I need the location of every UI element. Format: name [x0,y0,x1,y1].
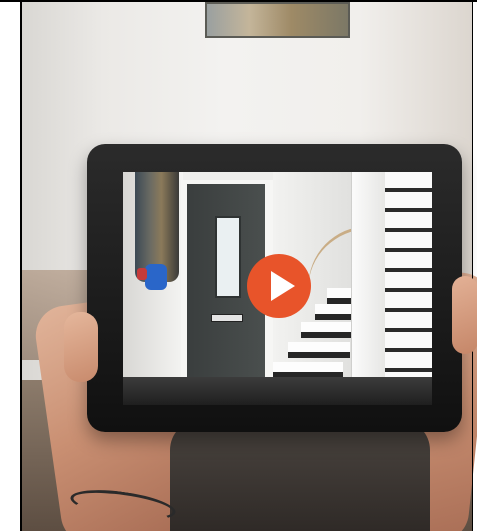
stair-step [301,322,353,338]
upper-stairs [385,172,432,405]
photo-frame [0,0,477,531]
right-thumb [452,276,477,354]
wall-picture [205,2,350,38]
blue-bag [145,264,167,290]
right-border [472,0,473,531]
play-icon [271,271,295,301]
door-window [215,216,241,298]
stair-step [288,342,350,358]
stair-step [273,362,343,378]
shirt [170,420,430,531]
stair-pillar [351,172,386,405]
left-thumb [64,312,98,382]
hallway-floor [123,377,432,405]
play-button[interactable] [247,254,311,318]
mail-slot [211,314,243,322]
top-border [0,0,477,2]
stair-step [315,304,355,320]
left-border [20,0,22,531]
red-item [137,268,147,280]
